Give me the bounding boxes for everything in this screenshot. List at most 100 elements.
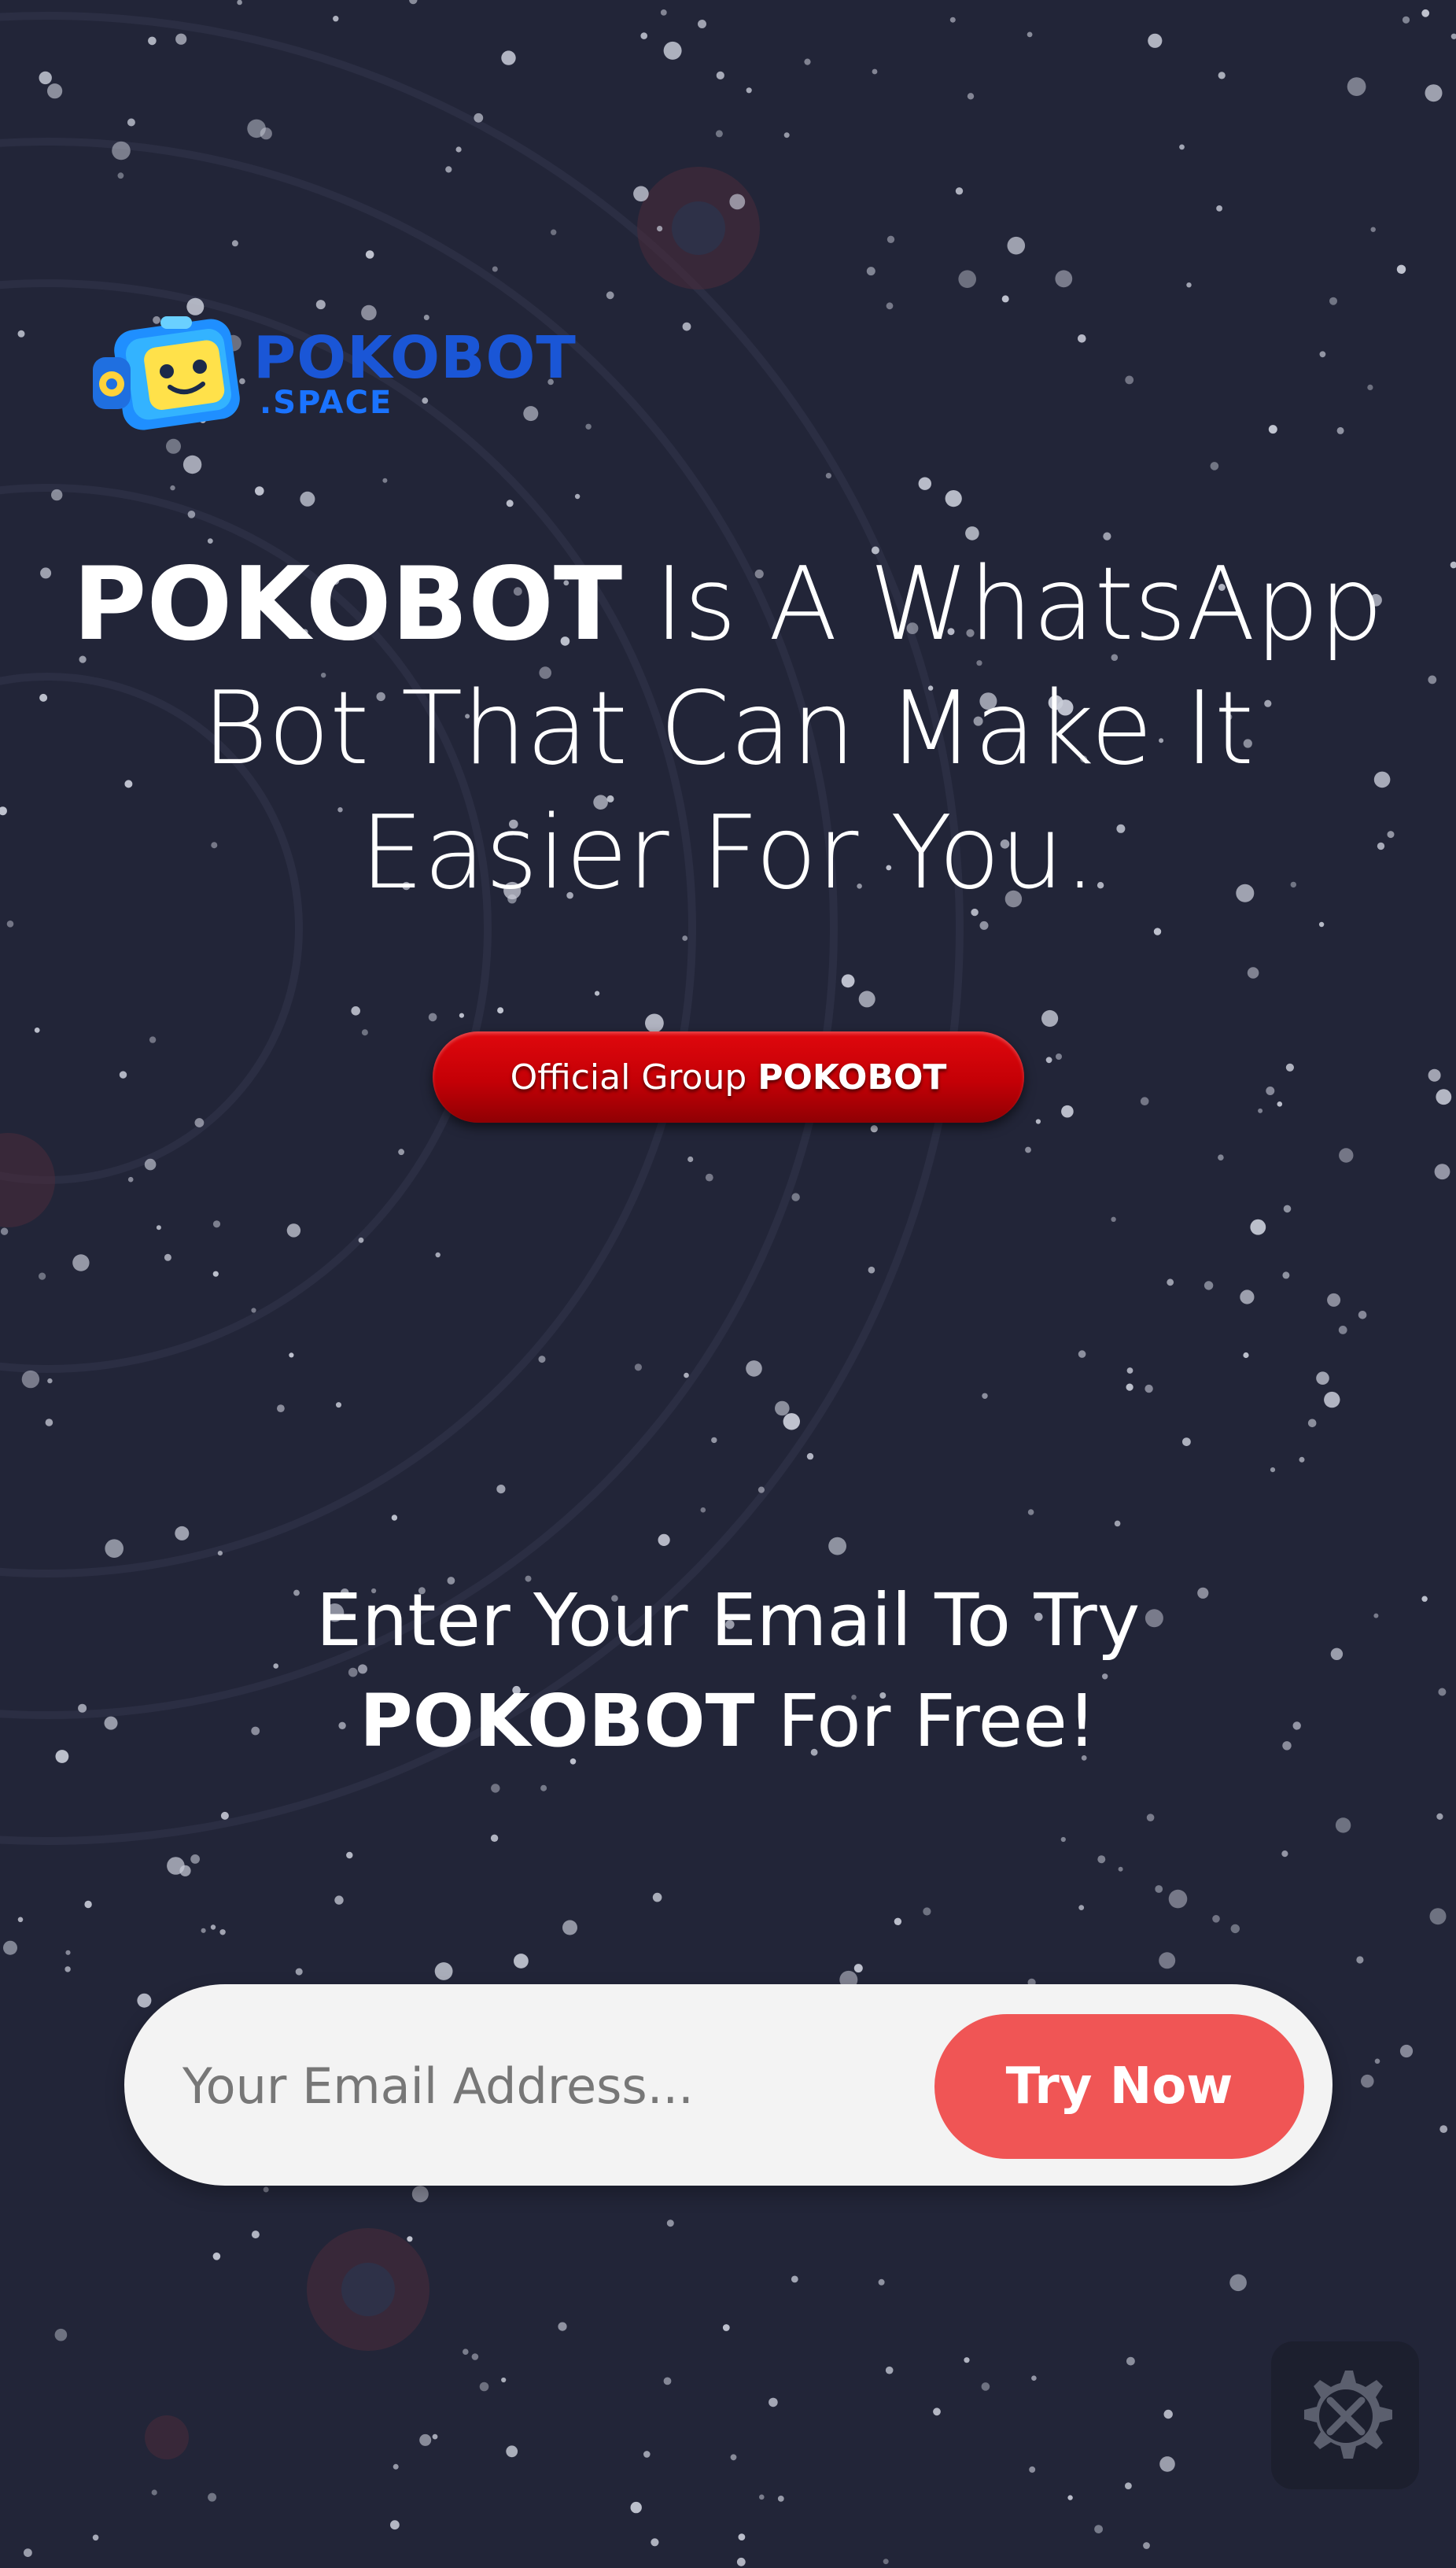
star-dot: [1230, 1924, 1240, 1934]
star-dot: [630, 2501, 642, 2514]
star-dot: [492, 266, 498, 272]
star-dot: [1356, 1956, 1364, 1964]
star-dot: [585, 423, 592, 430]
star-dot: [687, 1156, 694, 1163]
star-dot: [1182, 1437, 1191, 1446]
star-dot: [175, 1526, 190, 1540]
star-dot: [1031, 2375, 1037, 2381]
star-dot: [729, 194, 746, 210]
star-dot: [1060, 1836, 1066, 1843]
star-dot: [1436, 1813, 1443, 1820]
star-dot: [885, 2366, 894, 2374]
star-dot: [194, 1118, 205, 1127]
star-dot: [6, 921, 14, 928]
star-dot: [501, 2377, 507, 2383]
star-dot: [1045, 1057, 1052, 1064]
star-dot: [127, 1176, 134, 1183]
star-dot: [1347, 77, 1366, 96]
star-dot: [39, 693, 48, 702]
star-dot: [746, 1360, 762, 1377]
star-dot: [434, 1962, 453, 1980]
star-dot: [574, 493, 581, 500]
star-dot: [474, 113, 484, 123]
star-dot: [1179, 144, 1185, 150]
star-dot: [277, 1404, 285, 1412]
star-dot: [1316, 1371, 1329, 1385]
robot-logo-icon: [93, 316, 240, 430]
star-dot: [711, 1437, 717, 1444]
star-dot: [1029, 2466, 1036, 2473]
star-dot: [1218, 72, 1226, 79]
star-dot: [663, 2377, 672, 2385]
star-dot: [738, 2533, 746, 2541]
star-dot: [119, 1071, 127, 1079]
star-dot: [700, 1507, 706, 1513]
star-dot: [217, 1551, 223, 1556]
star-dot: [0, 1227, 9, 1235]
star-dot: [878, 2278, 885, 2286]
star-dot: [1299, 1456, 1305, 1463]
star-dot: [870, 1125, 878, 1133]
star-dot: [1282, 1271, 1290, 1279]
star-dot: [289, 1352, 294, 1358]
star-dot: [883, 2559, 889, 2565]
star-dot: [657, 226, 663, 232]
email-input[interactable]: [181, 2033, 971, 2138]
star-dot: [104, 1716, 118, 1730]
star-dot: [682, 322, 691, 331]
star-dot: [1270, 1467, 1276, 1473]
settings-widget-button[interactable]: [1271, 2341, 1419, 2489]
star-dot: [887, 235, 895, 243]
star-dot: [1159, 1952, 1176, 1969]
star-dot: [965, 526, 979, 541]
star-dot: [967, 93, 975, 100]
star-dot: [1168, 1889, 1188, 1909]
star-dot: [958, 270, 976, 289]
star-dot: [1035, 1119, 1041, 1124]
star-dot: [393, 2463, 399, 2470]
star-dot: [1001, 295, 1009, 303]
star-dot: [1155, 1885, 1163, 1893]
pokobot-logo[interactable]: POKOBOT .SPACE: [88, 315, 576, 441]
star-dot: [506, 500, 514, 507]
star-dot: [872, 68, 878, 75]
star-dot: [1266, 1087, 1275, 1095]
try-now-button[interactable]: Try Now: [934, 2014, 1304, 2159]
star-dot: [1126, 2356, 1135, 2366]
star-dot: [333, 16, 339, 22]
star-dot: [255, 486, 264, 496]
star-dot: [981, 2382, 990, 2391]
star-dot: [148, 36, 157, 46]
star-dot: [0, 806, 7, 816]
star-dot: [490, 1834, 499, 1842]
star-dot: [186, 297, 205, 315]
star-dot: [979, 921, 989, 930]
star-dot: [828, 1537, 846, 1555]
star-dot: [361, 1029, 368, 1036]
star-dot: [645, 1013, 664, 1033]
star-dot: [432, 2433, 438, 2440]
star-dot: [491, 1784, 500, 1793]
star-dot: [170, 485, 175, 491]
star-dot: [853, 1964, 863, 1973]
star-dot: [1167, 1278, 1174, 1286]
official-group-button[interactable]: Official Group POKOBOT: [433, 1031, 1024, 1123]
star-dot: [17, 330, 25, 338]
star-dot: [1114, 1520, 1121, 1527]
star-dot: [506, 2445, 518, 2458]
star-dot: [149, 1036, 157, 1043]
email-cta-heading: Enter Your Email To Try POKOBOT For Free…: [157, 1570, 1299, 1772]
star-dot: [351, 1006, 361, 1016]
star-dot: [1329, 297, 1337, 305]
star-dot: [1339, 1148, 1354, 1163]
star-dot: [1327, 1293, 1341, 1307]
star-dot: [501, 50, 516, 65]
email-signup-form: Try Now: [124, 1984, 1333, 2186]
star-dot: [1153, 928, 1162, 935]
star-dot: [868, 1266, 875, 1274]
star-dot: [746, 87, 752, 94]
star-dot: [411, 2186, 429, 2203]
star-dot: [286, 1223, 301, 1238]
star-dot: [894, 1917, 902, 1925]
star-dot: [358, 1237, 364, 1243]
